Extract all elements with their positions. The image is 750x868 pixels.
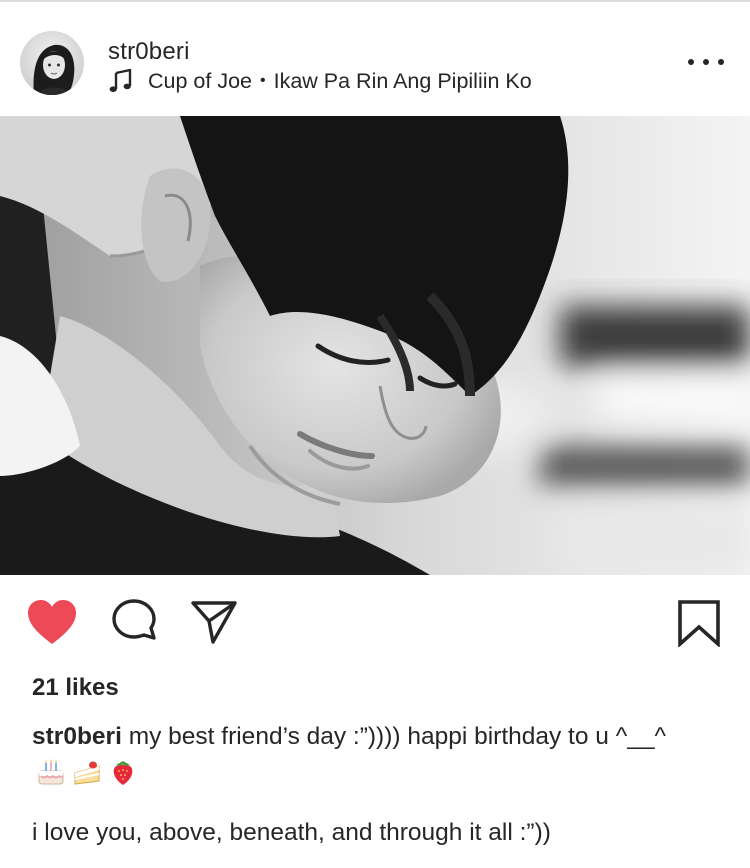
heart-filled-icon	[28, 600, 76, 644]
comment-button[interactable]	[110, 598, 158, 646]
dot-icon	[703, 59, 709, 65]
caption-second-paragraph: i love you, above, beneath, and through …	[32, 819, 551, 846]
comment-icon	[112, 599, 156, 640]
paper-plane-icon	[191, 601, 237, 644]
caption-emojis	[36, 757, 144, 787]
avatar-photo	[20, 31, 84, 95]
more-options-button[interactable]	[688, 52, 724, 72]
bookmark-icon	[678, 600, 720, 649]
likes-count[interactable]: 21 likes	[32, 674, 119, 702]
dot-icon	[688, 59, 694, 65]
strawberry-icon	[113, 760, 133, 785]
avatar[interactable]	[20, 31, 84, 95]
caption-username[interactable]: str0beri	[32, 723, 122, 750]
shortcake-icon	[74, 760, 100, 785]
birthday-cake-icon	[38, 758, 64, 785]
save-button[interactable]	[676, 599, 722, 649]
portrait-image	[0, 116, 750, 575]
share-button[interactable]	[190, 599, 238, 645]
caption-text: my best friend’s day :”)))) happi birthd…	[121, 723, 666, 750]
music-info[interactable]: Cup of Joe • Ikaw Pa Rin Ang Pipiliin Ko	[108, 67, 532, 95]
music-separator: •	[259, 72, 266, 89]
music-song: Ikaw Pa Rin Ang Pipiliin Ko	[273, 68, 532, 93]
dot-icon	[718, 59, 724, 65]
post-photo[interactable]	[0, 116, 750, 575]
music-artist: Cup of Joe	[148, 68, 252, 93]
post-header: str0beri Cup of Joe • Ikaw Pa Rin Ang Pi…	[0, 2, 750, 116]
caption: str0beri my best friend’s day :”)))) hap…	[32, 720, 732, 788]
like-button[interactable]	[26, 599, 78, 647]
post-username[interactable]: str0beri	[108, 38, 190, 66]
music-note-icon	[109, 68, 132, 92]
action-bar	[0, 575, 750, 675]
